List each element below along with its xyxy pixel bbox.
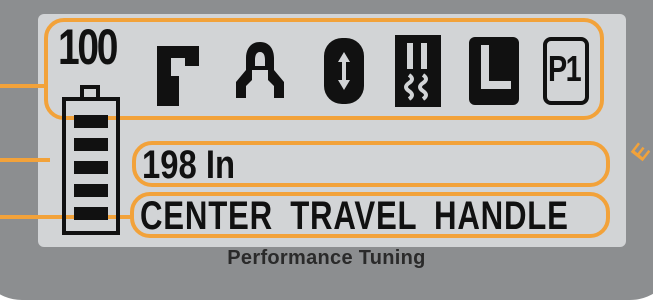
- wrench-icon: [150, 30, 206, 112]
- pressure-icon: [316, 30, 372, 112]
- battery-icon: [62, 85, 120, 235]
- rider-icon: [232, 30, 288, 112]
- profile-label: P1: [548, 48, 582, 89]
- battery-percent: 100: [58, 19, 118, 75]
- damper-icon: [390, 30, 446, 112]
- distance-readout: 198 In: [142, 143, 235, 187]
- callout-line-middle: [0, 158, 50, 162]
- mode-readout: CENTER TRAVEL HANDLE: [140, 194, 569, 238]
- footer-caption: Performance Tuning: [227, 247, 426, 269]
- callout-line-top: [0, 84, 44, 88]
- lowered-icon: [466, 30, 522, 112]
- profile-icon: P1: [538, 30, 594, 112]
